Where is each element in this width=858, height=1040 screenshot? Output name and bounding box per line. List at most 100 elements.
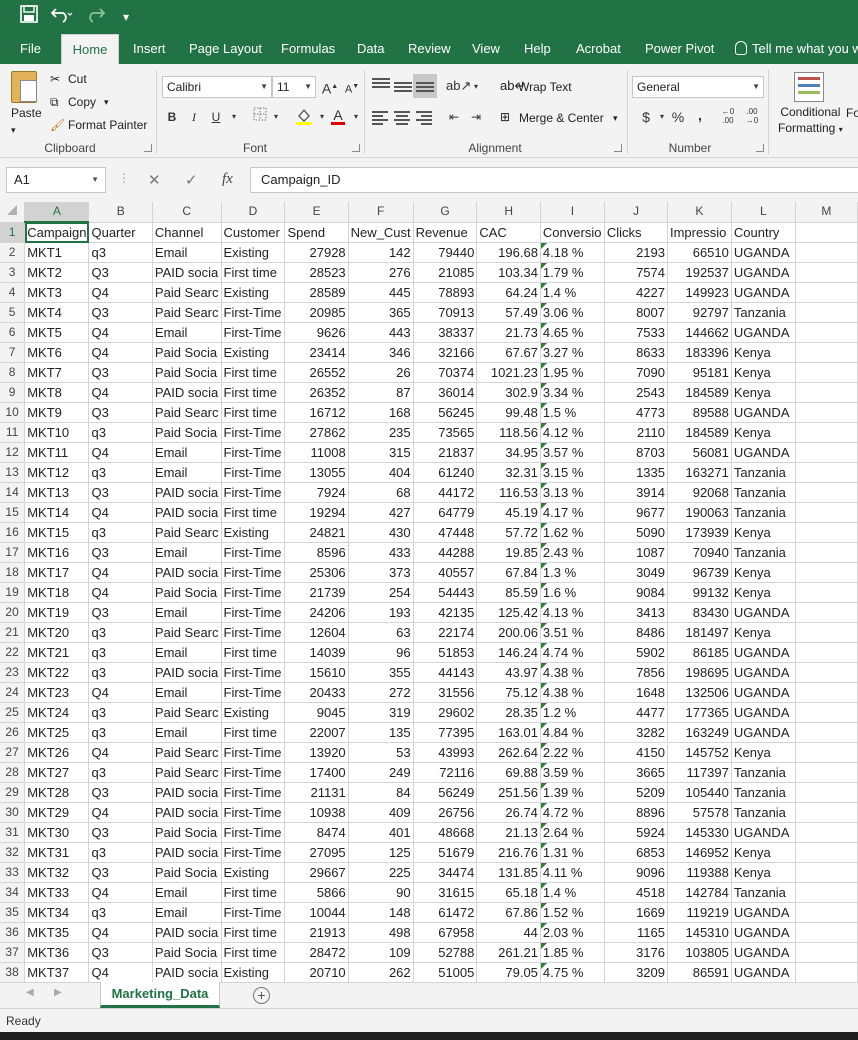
row-header[interactable]: 16 xyxy=(0,522,26,543)
cell-e7[interactable]: 23414 xyxy=(284,342,349,363)
cell-f8[interactable]: 26 xyxy=(348,362,414,383)
cell-d12[interactable]: First-Time xyxy=(221,442,286,463)
cell-a6[interactable]: MKT5 xyxy=(24,322,90,343)
cell-c25[interactable]: Paid Searc xyxy=(152,702,222,723)
cell-b26[interactable]: q3 xyxy=(88,722,153,743)
cell-i33[interactable]: 4.11 % xyxy=(540,862,605,883)
cell-h33[interactable]: 131.85 xyxy=(476,862,541,883)
cell-d1[interactable]: Customer xyxy=(221,222,286,243)
cell-l35[interactable]: UGANDA xyxy=(731,902,796,923)
cell-f32[interactable]: 125 xyxy=(348,842,414,863)
cell-m4[interactable] xyxy=(795,282,858,303)
column-header-j[interactable]: J xyxy=(604,202,668,223)
cell-l10[interactable]: UGANDA xyxy=(731,402,796,423)
cell-a11[interactable]: MKT10 xyxy=(24,422,90,443)
cell-g15[interactable]: 64779 xyxy=(413,502,478,523)
cell-d26[interactable]: First time xyxy=(221,722,286,743)
cell-a9[interactable]: MKT8 xyxy=(24,382,90,403)
cell-h23[interactable]: 43.97 xyxy=(476,662,541,683)
column-header-c[interactable]: C xyxy=(152,202,222,223)
cell-i32[interactable]: 1.31 % xyxy=(540,842,605,863)
save-icon[interactable] xyxy=(16,5,42,29)
cell-c12[interactable]: Email xyxy=(152,442,222,463)
cell-d38[interactable]: Existing xyxy=(221,962,286,982)
cell-j26[interactable]: 3282 xyxy=(604,722,668,743)
cell-l17[interactable]: Tanzania xyxy=(731,542,796,563)
cell-b7[interactable]: Q4 xyxy=(88,342,153,363)
number-format-select[interactable]: General ▼ xyxy=(632,76,764,98)
cell-i19[interactable]: 1.6 % xyxy=(540,582,605,603)
cell-l11[interactable]: Kenya xyxy=(731,422,796,443)
tab-review[interactable]: Review xyxy=(408,34,451,64)
cell-k13[interactable]: 163271 xyxy=(667,462,732,483)
cell-d37[interactable]: First time xyxy=(221,942,286,963)
cell-l5[interactable]: Tanzania xyxy=(731,302,796,323)
cell-e34[interactable]: 5866 xyxy=(284,882,349,903)
cell-k24[interactable]: 132506 xyxy=(667,682,732,703)
cell-e4[interactable]: 28589 xyxy=(284,282,349,303)
cell-j37[interactable]: 3176 xyxy=(604,942,668,963)
cell-c19[interactable]: Paid Socia xyxy=(152,582,222,603)
cell-f7[interactable]: 346 xyxy=(348,342,414,363)
cell-d8[interactable]: First time xyxy=(221,362,286,383)
cell-j23[interactable]: 7856 xyxy=(604,662,668,683)
cell-d29[interactable]: First-Time xyxy=(221,782,286,803)
cell-j20[interactable]: 3413 xyxy=(604,602,668,623)
cut-button[interactable]: Cut xyxy=(68,70,87,88)
cell-c32[interactable]: PAID socia xyxy=(152,842,222,863)
cell-h7[interactable]: 67.67 xyxy=(476,342,541,363)
cell-k11[interactable]: 184589 xyxy=(667,422,732,443)
row-header[interactable]: 33 xyxy=(0,862,26,883)
top-align-icon[interactable] xyxy=(372,78,390,92)
cell-g25[interactable]: 29602 xyxy=(413,702,478,723)
cell-e22[interactable]: 14039 xyxy=(284,642,349,663)
cell-i16[interactable]: 1.62 % xyxy=(540,522,605,543)
cell-a26[interactable]: MKT25 xyxy=(24,722,90,743)
cell-g16[interactable]: 47448 xyxy=(413,522,478,543)
number-launcher-icon[interactable] xyxy=(756,144,764,152)
row-header[interactable]: 11 xyxy=(0,422,26,443)
row-header[interactable]: 4 xyxy=(0,282,26,303)
cell-m34[interactable] xyxy=(795,882,858,903)
cell-h24[interactable]: 75.12 xyxy=(476,682,541,703)
cell-h18[interactable]: 67.84 xyxy=(476,562,541,583)
cell-j10[interactable]: 4773 xyxy=(604,402,668,423)
cell-a22[interactable]: MKT21 xyxy=(24,642,90,663)
cell-l3[interactable]: UGANDA xyxy=(731,262,796,283)
cell-k17[interactable]: 70940 xyxy=(667,542,732,563)
clipboard-launcher-icon[interactable] xyxy=(144,144,152,152)
cell-f26[interactable]: 135 xyxy=(348,722,414,743)
shrink-font-button[interactable]: A▼ xyxy=(342,77,362,97)
tab-view[interactable]: View xyxy=(472,34,500,64)
cell-g31[interactable]: 48668 xyxy=(413,822,478,843)
row-header[interactable]: 35 xyxy=(0,902,26,923)
cell-m14[interactable] xyxy=(795,482,858,503)
cell-a29[interactable]: MKT28 xyxy=(24,782,90,803)
cell-i12[interactable]: 3.57 % xyxy=(540,442,605,463)
cell-i2[interactable]: 4.18 % xyxy=(540,242,605,263)
cell-h5[interactable]: 57.49 xyxy=(476,302,541,323)
cell-f18[interactable]: 373 xyxy=(348,562,414,583)
cell-d34[interactable]: First time xyxy=(221,882,286,903)
cell-b15[interactable]: Q4 xyxy=(88,502,153,523)
cell-g27[interactable]: 43993 xyxy=(413,742,478,763)
font-color-icon[interactable]: A xyxy=(328,105,348,125)
cell-l13[interactable]: Tanzania xyxy=(731,462,796,483)
cell-m22[interactable] xyxy=(795,642,858,663)
cell-k10[interactable]: 89588 xyxy=(667,402,732,423)
cell-e38[interactable]: 20710 xyxy=(284,962,349,982)
cell-h38[interactable]: 79.05 xyxy=(476,962,541,982)
cell-h2[interactable]: 196.68 xyxy=(476,242,541,263)
cell-a27[interactable]: MKT26 xyxy=(24,742,90,763)
cell-j13[interactable]: 1335 xyxy=(604,462,668,483)
cell-k38[interactable]: 86591 xyxy=(667,962,732,982)
cell-a3[interactable]: MKT2 xyxy=(24,262,90,283)
cell-e37[interactable]: 28472 xyxy=(284,942,349,963)
row-header[interactable]: 22 xyxy=(0,642,26,663)
cell-c8[interactable]: Paid Socia xyxy=(152,362,222,383)
cell-k34[interactable]: 142784 xyxy=(667,882,732,903)
cell-d31[interactable]: First-Time xyxy=(221,822,286,843)
cell-b12[interactable]: Q4 xyxy=(88,442,153,463)
cell-d36[interactable]: First time xyxy=(221,922,286,943)
cell-h19[interactable]: 85.59 xyxy=(476,582,541,603)
